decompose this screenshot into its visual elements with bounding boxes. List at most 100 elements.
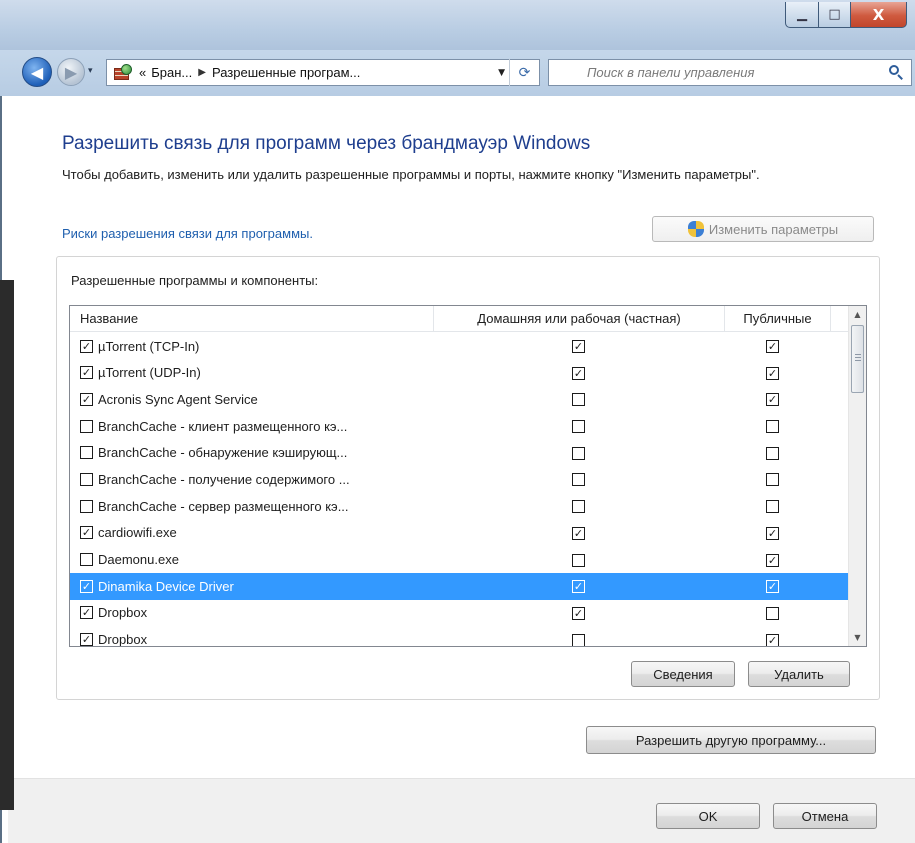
private-network-checkbox[interactable]: ✓ [572, 580, 585, 594]
program-name: BranchCache - клиент размещенного кэ... [98, 418, 348, 434]
program-name-cell[interactable]: ✓ Dropbox [80, 600, 147, 626]
public-network-checkbox[interactable]: ✓ [766, 633, 779, 646]
private-network-checkbox[interactable]: ✓ [572, 340, 585, 353]
minimize-button[interactable]: ▁ [785, 2, 819, 28]
public-network-checkbox[interactable]: ✓ [766, 340, 779, 353]
scroll-up-button[interactable]: ▲ [849, 306, 866, 323]
address-bar[interactable]: « Бран... ▶ Разрешенные програм... ▼ ⟳ [106, 59, 540, 86]
program-name-cell[interactable]: ✓ Dropbox [80, 627, 147, 646]
public-network-checkbox[interactable] [766, 606, 779, 620]
private-network-checkbox[interactable] [572, 446, 585, 460]
private-network-checkbox[interactable] [572, 420, 585, 434]
program-enabled-checkbox[interactable]: ✓ [80, 579, 93, 593]
private-network-checkbox[interactable] [572, 500, 585, 514]
program-row[interactable]: ✓ Dropbox ✓ [70, 600, 848, 627]
breadcrumb-separator-icon[interactable]: ▶ [198, 67, 206, 78]
column-header-name[interactable]: Название [70, 306, 434, 331]
back-button[interactable]: ◀ [22, 57, 52, 87]
search-icon[interactable] [889, 65, 903, 80]
program-name-cell[interactable]: ✓ µTorrent (UDP-In) [80, 360, 201, 386]
forward-arrow-icon: ▶ [64, 62, 78, 82]
risks-link[interactable]: Риски разрешения связи для программы. [62, 226, 313, 241]
program-enabled-checkbox[interactable] [80, 419, 93, 433]
program-enabled-checkbox[interactable] [80, 499, 93, 513]
program-enabled-checkbox[interactable]: ✓ [80, 526, 93, 540]
program-enabled-checkbox[interactable]: ✓ [80, 606, 93, 620]
address-dropdown-icon[interactable]: ▼ [498, 68, 505, 78]
program-enabled-checkbox[interactable]: ✓ [80, 392, 93, 406]
program-name-cell[interactable]: Daemonu.exe [80, 547, 179, 573]
program-name: µTorrent (TCP-In) [98, 338, 200, 354]
scroll-down-button[interactable]: ▼ [849, 629, 866, 646]
program-enabled-checkbox[interactable] [80, 472, 93, 486]
public-network-checkbox[interactable]: ✓ [766, 580, 779, 594]
public-network-checkbox[interactable]: ✓ [766, 366, 779, 380]
scroll-thumb[interactable] [851, 325, 864, 393]
program-row[interactable]: Daemonu.exe ✓ [70, 547, 848, 574]
program-name-cell[interactable]: ✓ Dinamika Device Driver [80, 573, 234, 599]
refresh-icon: ⟳ [518, 64, 531, 81]
program-row[interactable]: ✓ cardiowifi.exe ✓ ✓ [70, 520, 848, 547]
private-network-checkbox[interactable]: ✓ [572, 366, 585, 380]
program-enabled-checkbox[interactable]: ✓ [80, 339, 93, 353]
program-enabled-checkbox[interactable] [80, 553, 93, 566]
title-bar[interactable]: ▁ □ X [0, 0, 915, 50]
breadcrumb-item-allowed-programs[interactable]: Разрешенные програм... [212, 65, 360, 80]
breadcrumb-overflow[interactable]: « [139, 65, 146, 80]
recent-pages-dropdown[interactable]: ▾ [88, 66, 93, 76]
forward-button[interactable]: ▶ [57, 58, 85, 86]
program-name-cell[interactable]: ✓ cardiowifi.exe [80, 520, 177, 546]
allowed-programs-label: Разрешенные программы и компоненты: [71, 273, 319, 288]
column-header-public[interactable]: Публичные [725, 306, 831, 331]
breadcrumb-item-firewall[interactable]: Бран... [151, 65, 192, 80]
program-row[interactable]: BranchCache - обнаружение кэширующ... [70, 440, 848, 467]
page-title: Разрешить связь для программ через бранд… [62, 133, 591, 154]
public-network-checkbox[interactable] [766, 473, 779, 487]
program-name-cell[interactable]: BranchCache - сервер размещенного кэ... [80, 493, 349, 519]
program-row[interactable]: BranchCache - получение содержимого ... [70, 466, 848, 493]
column-header-private[interactable]: Домашняя или рабочая (частная) [434, 306, 725, 331]
private-network-checkbox[interactable]: ✓ [572, 606, 585, 620]
private-network-checkbox[interactable] [572, 633, 585, 646]
programs-list[interactable]: Название Домашняя или рабочая (частная) … [69, 305, 867, 647]
program-name-cell[interactable]: BranchCache - получение содержимого ... [80, 466, 350, 492]
private-network-checkbox[interactable]: ✓ [572, 526, 585, 540]
cancel-button[interactable]: Отмена [773, 803, 877, 829]
program-enabled-checkbox[interactable]: ✓ [80, 633, 93, 646]
refresh-button[interactable]: ⟳ [509, 59, 539, 86]
details-label: Сведения [653, 666, 713, 682]
details-button[interactable]: Сведения [631, 661, 735, 687]
private-network-checkbox[interactable] [572, 393, 585, 407]
program-row[interactable]: ✓ Dropbox ✓ [70, 627, 848, 646]
public-network-checkbox[interactable] [766, 500, 779, 514]
program-enabled-checkbox[interactable]: ✓ [80, 366, 93, 380]
program-row[interactable]: ✓ µTorrent (TCP-In) ✓ ✓ [70, 333, 848, 360]
allow-another-program-button[interactable]: Разрешить другую программу... [586, 726, 876, 754]
program-name-cell[interactable]: ✓ Acronis Sync Agent Service [80, 386, 258, 412]
program-name-cell[interactable]: BranchCache - обнаружение кэширующ... [80, 440, 347, 466]
program-row[interactable]: BranchCache - сервер размещенного кэ... [70, 493, 848, 520]
program-name-cell[interactable]: BranchCache - клиент размещенного кэ... [80, 413, 347, 439]
maximize-button[interactable]: □ [819, 2, 851, 28]
public-network-checkbox[interactable] [766, 420, 779, 434]
public-network-checkbox[interactable] [766, 446, 779, 460]
change-settings-button[interactable]: Изменить параметры [652, 216, 874, 242]
program-row[interactable]: ✓ µTorrent (UDP-In) ✓ ✓ [70, 360, 848, 387]
private-network-checkbox[interactable] [572, 473, 585, 487]
program-row[interactable]: BranchCache - клиент размещенного кэ... [70, 413, 848, 440]
delete-button[interactable]: Удалить [748, 661, 850, 687]
close-icon: X [872, 5, 885, 24]
ok-button[interactable]: OK [656, 803, 760, 829]
program-row[interactable]: ✓ Acronis Sync Agent Service ✓ [70, 386, 848, 413]
program-row[interactable]: ✓ Dinamika Device Driver ✓ ✓ [70, 573, 848, 600]
program-name: BranchCache - получение содержимого ... [98, 471, 350, 487]
public-network-checkbox[interactable]: ✓ [766, 553, 779, 567]
public-network-checkbox[interactable]: ✓ [766, 393, 779, 407]
search-input[interactable] [549, 60, 869, 85]
list-scrollbar[interactable]: ▲ ▼ [848, 306, 866, 646]
private-network-checkbox[interactable] [572, 553, 585, 567]
close-button[interactable]: X [851, 2, 907, 28]
public-network-checkbox[interactable]: ✓ [766, 526, 779, 540]
program-enabled-checkbox[interactable] [80, 446, 93, 460]
program-name-cell[interactable]: ✓ µTorrent (TCP-In) [80, 333, 199, 359]
